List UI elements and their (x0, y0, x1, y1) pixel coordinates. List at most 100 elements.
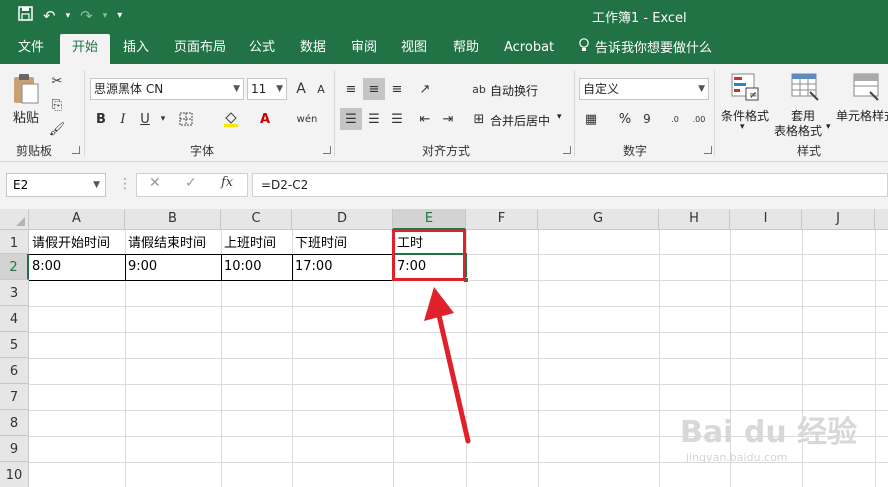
cell-styles-icon[interactable] (852, 72, 882, 102)
tab-insert[interactable]: 插入 (123, 34, 149, 64)
column-header-f[interactable]: F (466, 209, 538, 230)
column-header-a[interactable]: A (29, 209, 125, 230)
format-as-table-icon[interactable] (790, 72, 820, 102)
conditional-formatting-icon[interactable]: ≠ (730, 72, 760, 102)
tab-review[interactable]: 审阅 (351, 34, 377, 64)
merge-center-button[interactable]: 合并后居中 (490, 112, 550, 129)
column-header-j[interactable]: J (802, 209, 875, 230)
tab-acrobat[interactable]: Acrobat (504, 34, 554, 64)
copy-icon[interactable]: ⎘ (46, 94, 68, 116)
row-header-1[interactable]: 1 (0, 230, 29, 254)
tab-help[interactable]: 帮助 (453, 34, 479, 64)
alignment-launcher-icon[interactable] (563, 146, 571, 154)
font-color-icon[interactable]: A (254, 108, 276, 130)
tab-data[interactable]: 数据 (300, 34, 326, 64)
cell-c2[interactable]: 10:00 (222, 259, 292, 274)
row-header-6[interactable]: 6 (0, 358, 29, 384)
tab-formulas[interactable]: 公式 (249, 34, 275, 64)
align-right-icon[interactable]: ☰ (386, 108, 408, 130)
column-header-c[interactable]: C (221, 209, 292, 230)
cell-a2[interactable]: 8:00 (30, 259, 125, 274)
row-header-4[interactable]: 4 (0, 306, 29, 332)
column-header-h[interactable]: H (659, 209, 730, 230)
cut-icon[interactable]: ✂ (46, 70, 68, 92)
align-bottom-icon[interactable]: ≡ (386, 78, 408, 100)
row-header-5[interactable]: 5 (0, 332, 29, 358)
save-icon[interactable] (18, 6, 33, 25)
conditional-formatting-button[interactable]: 条件格式 (721, 107, 769, 124)
select-all-button[interactable] (0, 209, 29, 230)
insert-function-icon[interactable]: fx (221, 175, 233, 190)
paste-button-label[interactable]: 粘贴 (13, 107, 39, 126)
borders-icon[interactable] (175, 108, 197, 130)
row-header-8[interactable]: 8 (0, 410, 29, 436)
decrease-indent-icon[interactable]: ⇤ (414, 108, 436, 130)
tell-me-box[interactable]: 告诉我你想要做什么 (578, 34, 712, 64)
column-header-e[interactable]: E (393, 209, 466, 230)
wrap-text-button[interactable]: 自动换行 (490, 82, 538, 99)
redo-dropdown-icon[interactable]: ▾ (103, 11, 108, 21)
paste-icon[interactable] (12, 72, 42, 104)
format-as-table-line2[interactable]: 表格格式 (774, 122, 822, 139)
row-header-7[interactable]: 7 (0, 384, 29, 410)
number-launcher-icon[interactable] (704, 146, 712, 154)
accounting-format-icon[interactable]: ▦ (580, 108, 602, 130)
column-header-i[interactable]: I (730, 209, 802, 230)
grow-font-icon[interactable]: A (290, 78, 312, 100)
name-box[interactable]: E2 ▼ (6, 173, 106, 197)
column-header-g[interactable]: G (538, 209, 659, 230)
format-painter-icon[interactable]: 🖌 (46, 118, 68, 140)
format-as-table-dropdown-icon[interactable]: ▾ (826, 122, 831, 132)
cancel-icon[interactable]: ✕ (149, 175, 161, 191)
undo-dropdown-icon[interactable]: ▾ (66, 11, 71, 21)
cell-a1[interactable]: 请假开始时间 (30, 232, 125, 251)
tab-home[interactable]: 开始 (60, 34, 110, 64)
underline-dropdown-icon[interactable]: ▾ (152, 108, 174, 130)
cell-c1[interactable]: 上班时间 (222, 232, 292, 251)
font-size-combo[interactable]: 11 ▼ (247, 78, 287, 100)
merge-dropdown-icon[interactable]: ▾ (557, 112, 562, 122)
redo-icon[interactable]: ↷ (80, 7, 93, 25)
tab-file[interactable]: 文件 (18, 34, 44, 64)
italic-button[interactable]: I (112, 108, 134, 130)
align-center-icon[interactable]: ☰ (363, 108, 385, 130)
row-header-9[interactable]: 9 (0, 436, 29, 462)
column-header-d[interactable]: D (292, 209, 393, 230)
font-launcher-icon[interactable] (323, 146, 331, 154)
decrease-decimal-icon[interactable]: .00 (688, 108, 710, 130)
cell-b1[interactable]: 请假结束时间 (126, 232, 221, 251)
formula-input[interactable]: =D2-C2 (252, 173, 888, 197)
row-header-3[interactable]: 3 (0, 280, 29, 306)
conditional-dropdown-icon[interactable]: ▾ (740, 122, 745, 132)
font-name-combo[interactable]: 思源黑体 CN ▼ (90, 78, 244, 100)
cell-d2[interactable]: 17:00 (293, 259, 393, 274)
increase-indent-icon[interactable]: ⇥ (437, 108, 459, 130)
cell-d1[interactable]: 下班时间 (293, 232, 393, 251)
wrap-text-icon[interactable]: ab (468, 78, 490, 100)
row-header-2[interactable]: 2 (0, 254, 29, 280)
cell-styles-button[interactable]: 单元格样式 (836, 107, 888, 124)
shrink-font-icon[interactable]: A (310, 78, 332, 100)
tab-page-layout[interactable]: 页面布局 (174, 34, 226, 64)
cell-b2[interactable]: 9:00 (126, 259, 221, 274)
column-header-k[interactable] (875, 209, 888, 230)
align-top-icon[interactable]: ≡ (340, 78, 362, 100)
column-header-b[interactable]: B (125, 209, 221, 230)
comma-style-button[interactable]: 9 (636, 108, 658, 130)
tab-view[interactable]: 视图 (401, 34, 427, 64)
fill-color-icon[interactable] (220, 108, 242, 130)
enter-icon[interactable]: ✓ (185, 175, 197, 191)
customize-qat-icon[interactable]: ▾ (117, 10, 122, 21)
undo-icon[interactable]: ↶ (43, 7, 56, 25)
increase-decimal-icon[interactable]: .0 (664, 108, 686, 130)
clipboard-launcher-icon[interactable] (72, 146, 80, 154)
resize-grip-icon[interactable]: ⋮ (118, 176, 132, 192)
align-left-icon[interactable]: ☰ (340, 108, 362, 130)
orientation-icon[interactable]: ↗ (414, 78, 436, 100)
percent-style-button[interactable]: % (614, 108, 636, 130)
merge-center-icon[interactable]: ⊞ (468, 108, 490, 130)
align-middle-icon[interactable]: ≡ (363, 78, 385, 100)
phonetic-icon[interactable]: wén (296, 108, 318, 130)
row-header-10[interactable]: 10 (0, 462, 29, 487)
number-format-combo[interactable]: 自定义 ▼ (579, 78, 709, 100)
